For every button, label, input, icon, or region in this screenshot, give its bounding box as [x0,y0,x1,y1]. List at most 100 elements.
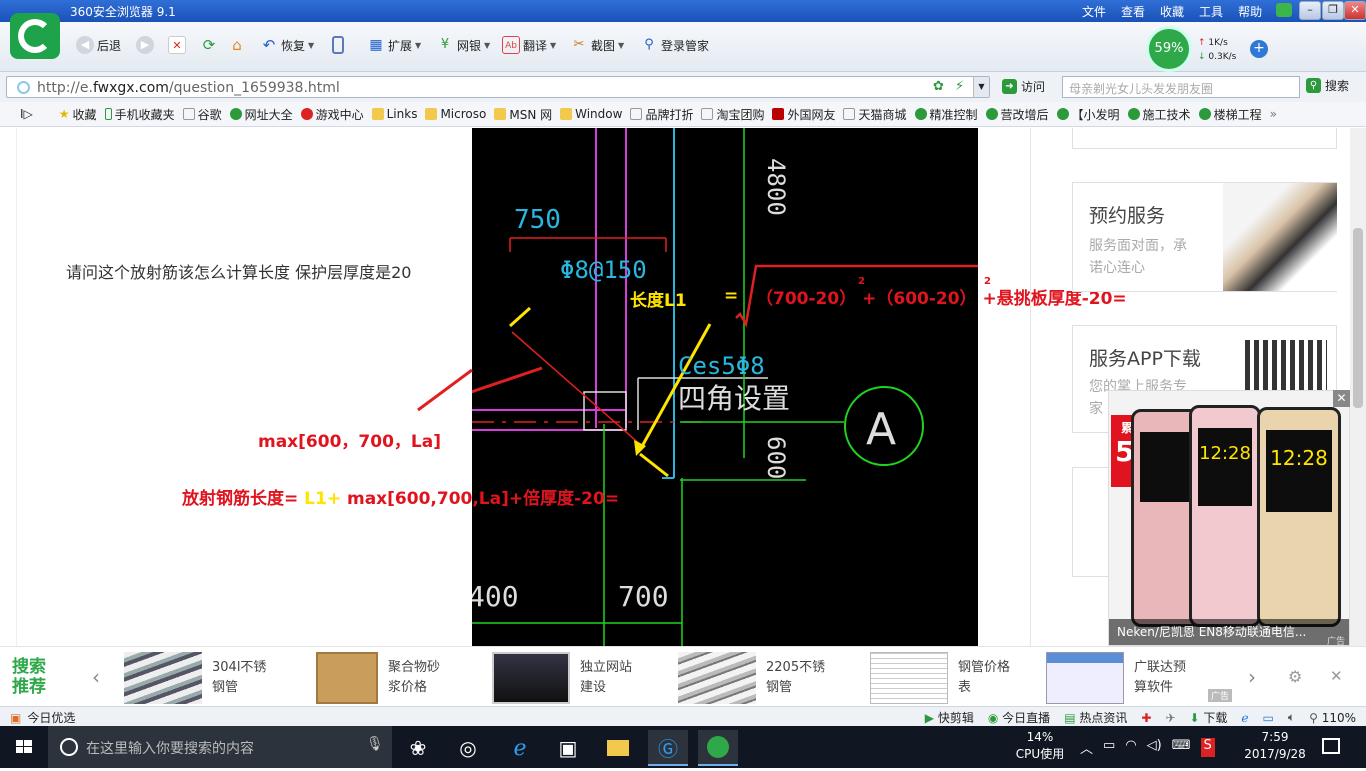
recommend-item[interactable]: 独立网站 建设 [492,651,642,705]
input-method-icon[interactable]: S [1200,738,1215,757]
menu-favorites[interactable]: 收藏 [1160,3,1184,20]
wifi-icon[interactable]: ◠ [1125,738,1136,757]
recommend-item[interactable]: 聚合物砂 浆价格 [316,651,450,705]
taskbar-app-browser[interactable]: ◎ [448,730,488,766]
ad-close-button[interactable]: ✕ [1333,390,1350,407]
search-button[interactable]: ⚲ 搜索 [1306,77,1349,94]
address-bar[interactable]: http://e.fwxgx.com/question_1659938.html… [6,76,990,98]
appointment-card[interactable]: 预约服务 服务面对面，承 诺心连心 [1072,182,1337,292]
bookmark-folder[interactable]: MSN 网 [494,106,552,123]
address-url[interactable]: http://e.fwxgx.com/question_1659938.html [37,80,340,96]
speedup-plus-icon[interactable]: + [1250,40,1268,58]
recommend-item[interactable]: 304l不锈 钢管 [124,651,274,705]
back-button[interactable]: ◀ 后退 [76,36,121,54]
prev-arrow-button[interactable]: ‹ [92,665,100,689]
microphone-icon[interactable]: 🎙︎ [366,736,384,752]
lightning-icon[interactable]: ⚡ [955,79,964,94]
browser-logo-icon[interactable] [10,13,60,59]
recommend-bar: 搜索 推荐 ‹ 304l不锈 钢管 聚合物砂 浆价格 独立网站 建设 2205不锈 钢管… [0,646,1366,706]
window-icon[interactable]: ▭ [1263,711,1274,725]
screenshot-button[interactable]: ✂ 截图 ▼ [570,36,625,54]
recommend-item[interactable]: 钢管价格表 [870,651,1020,705]
bookmark-folder[interactable]: Window [560,107,622,121]
more-bookmarks-icon[interactable]: » [1270,107,1277,121]
next-arrow-button[interactable]: › [1248,665,1256,689]
quick-edit-button[interactable]: ▶ 快剪辑 [925,709,974,726]
minimize-button[interactable]: – [1299,1,1321,20]
taskbar-app-store[interactable]: ▣ [548,730,588,766]
address-dropdown-button[interactable]: ▼ [973,77,989,97]
bookmark-folder[interactable]: Microso [425,107,486,121]
bookmark-item[interactable]: 手机收藏夹 [104,106,175,123]
bookmark-item[interactable]: 淘宝团购 [701,106,764,123]
edge-icon: ℯ [513,735,527,761]
stop-button[interactable]: ✕ [168,36,186,54]
start-button[interactable] [0,726,48,768]
recommend-item[interactable]: 2205不锈 钢管 [678,651,828,705]
maximize-button[interactable]: ❐ [1322,1,1344,20]
bookmark-item[interactable]: 网址大全 [229,106,293,123]
extend-button[interactable]: ▦ 扩展 ▼ [367,36,421,54]
forward-button[interactable]: ▶ [136,36,154,54]
taskbar-clock[interactable]: 7:59 2017/9/28 [1240,729,1310,763]
login-manager-button[interactable]: ⚲ 登录管家 [640,36,709,54]
ie-icon[interactable]: ℯ [1241,711,1248,725]
bookmark-item[interactable]: 谷歌 [182,106,222,123]
zoom-level[interactable]: ⚲ 110% [1309,711,1356,725]
sidebar-toggle-icon[interactable]: I▷ [20,107,33,121]
taskbar-app-360[interactable]: Ⓖ [648,730,688,766]
bookmark-item[interactable]: 精准控制 [914,106,978,123]
battery-icon[interactable]: ▭ [1103,738,1115,757]
menu-tools[interactable]: 工具 [1199,3,1223,20]
volume-icon[interactable]: 🔈︎ [1288,710,1295,725]
ad-caption[interactable]: Neken/尼凯恩 EN8移动联通电信... [1109,619,1349,645]
pin-icon[interactable]: ✈ [1165,711,1175,725]
shield-icon[interactable]: ✚ [1141,711,1151,725]
taskbar-app-explorer[interactable] [598,730,638,766]
network-speed-badge[interactable]: 59% ↑ 1K/s ↓ 0.3K/s + [1146,26,1274,72]
menu-view[interactable]: 查看 [1121,3,1145,20]
bookmark-item[interactable]: 营改增后 [985,106,1049,123]
vertical-scrollbar[interactable] [1350,128,1366,646]
bookmark-item[interactable]: 天猫商城 [843,106,907,123]
bookmark-item[interactable]: 品牌打折 [630,106,693,123]
bookmark-item[interactable]: 施工技术 [1127,106,1191,123]
taskbar-app-taskview[interactable]: ❀ [398,730,438,766]
taskbar-search-box[interactable]: 在这里输入你要搜索的内容 🎙︎ [48,726,392,768]
keyboard-icon[interactable]: ⌨ [1172,738,1191,757]
news-button[interactable]: ▤ 热点资讯 [1064,709,1127,726]
status-today-pick[interactable]: 今日优选 [27,709,75,726]
search-input[interactable]: 母亲剃光女儿头发发朋友圈 [1062,76,1300,98]
menu-file[interactable]: 文件 [1082,3,1106,20]
gear-icon[interactable]: ⚙ [1288,667,1302,686]
mobile-button[interactable] [332,36,344,54]
recommend-item[interactable]: 广联达预 算软件 [1046,651,1196,705]
taskbar-app-360-browser[interactable] [698,730,738,766]
translate-button[interactable]: Ab 翻译 ▼ [502,36,556,54]
close-icon[interactable]: ✕ [1330,667,1343,685]
skin-icon[interactable] [1276,3,1292,17]
bookmark-item[interactable]: 外国网友 [772,106,835,123]
restore-button[interactable]: ↶ 恢复 ▼ [260,36,314,54]
chevron-up-icon[interactable]: ︿ [1080,738,1093,757]
scrollbar-thumb[interactable] [1353,228,1363,408]
home-button[interactable]: ⌂ [228,36,246,54]
ad-popup[interactable]: 累计销售 53 万台 12:28 12:28 Neken/尼凯恩 EN8移动联通… [1108,390,1350,646]
bookmark-item[interactable]: 楼梯工程 [1198,106,1262,123]
menu-help[interactable]: 帮助 [1238,3,1262,20]
download-button[interactable]: ⬇ 下载 [1190,709,1228,726]
bookmark-folder[interactable]: Links [371,107,417,121]
security-icon[interactable]: ✿ [933,79,944,94]
bookmark-item[interactable]: 游戏中心 [300,106,364,123]
visit-button[interactable]: ➜ 访问 [1002,78,1045,95]
volume-icon[interactable]: ◁) [1147,738,1162,757]
taskbar-app-edge[interactable]: ℯ [500,730,540,766]
bookmark-item[interactable]: 【小发明 [1056,106,1120,123]
bookmark-favorites[interactable]: ★ 收藏 [59,106,97,123]
live-button[interactable]: ◉ 今日直播 [988,709,1050,726]
close-button[interactable]: ✕ [1344,1,1366,20]
cpu-usage[interactable]: 14% CPU使用 [1010,729,1070,763]
netbank-button[interactable]: ¥ 网银 ▼ [436,36,490,54]
notification-icon[interactable] [1322,738,1340,754]
refresh-button[interactable]: ⟳ [200,36,218,54]
